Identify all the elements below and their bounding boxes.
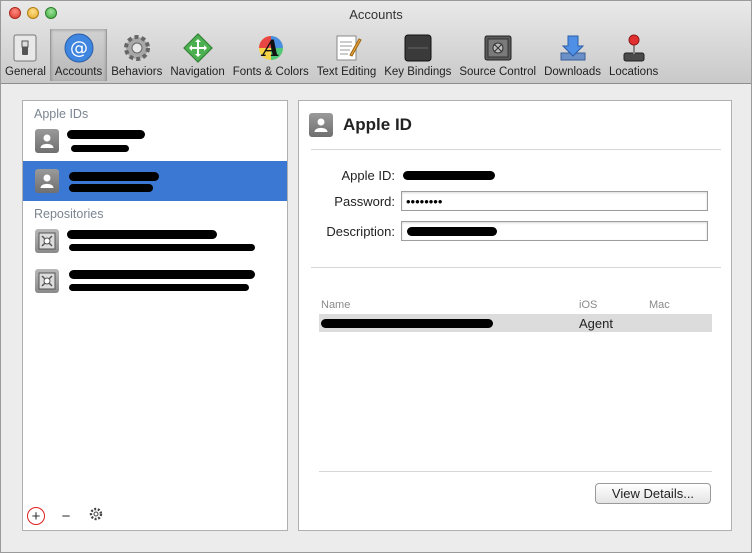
account-options-button[interactable] — [87, 507, 105, 525]
preferences-toolbar: General @ Accounts Behaviors Navigation … — [1, 27, 662, 81]
redacted-repository-name — [69, 270, 255, 279]
toolbar-label: Behaviors — [111, 66, 163, 78]
remove-account-button[interactable]: − — [57, 507, 75, 525]
detail-title: Apple ID — [343, 115, 412, 134]
divider — [311, 267, 721, 268]
safe-icon — [482, 32, 514, 64]
description-label: Description: — [326, 223, 395, 239]
move-arrows-icon — [182, 32, 214, 64]
list-footer-controls: + − — [27, 506, 105, 526]
password-label: Password: — [334, 193, 395, 209]
accounts-list-panel: Apple IDs Repositories + − — [22, 100, 288, 531]
password-row: Password: — [299, 191, 708, 211]
svg-text:@: @ — [70, 38, 88, 59]
toolbar-fonts-colors[interactable]: A Fonts & Colors — [229, 29, 313, 81]
redacted-account-name — [67, 130, 145, 139]
redacted-repository-url — [69, 244, 255, 251]
toolbar-label: General — [5, 66, 46, 78]
redacted-team-name — [321, 319, 493, 328]
toolbar-label: Navigation — [170, 66, 225, 78]
table-row[interactable]: Agent — [319, 314, 712, 332]
divider — [319, 471, 712, 472]
redacted-description — [407, 227, 497, 236]
apple-id-value — [401, 167, 701, 183]
toolbar-downloads[interactable]: Downloads — [540, 29, 605, 81]
detail-header: Apple ID — [309, 113, 412, 137]
toolbar-general[interactable]: General — [1, 29, 50, 81]
window-title: Accounts — [349, 7, 403, 22]
apple-id-row-selected[interactable] — [23, 161, 287, 201]
toolbar-key-bindings[interactable]: Key Bindings — [380, 29, 455, 81]
view-details-button[interactable]: View Details... — [595, 483, 711, 504]
toolbar-label: Source Control — [459, 66, 537, 78]
download-tray-icon — [557, 32, 589, 64]
person-icon — [35, 129, 59, 153]
notepad-pencil-icon — [331, 32, 363, 64]
description-row: Description: — [299, 221, 708, 241]
repository-row[interactable] — [23, 261, 287, 301]
redacted-apple-id — [403, 171, 495, 180]
preferences-window: Accounts General @ Accounts Behaviors Na… — [0, 0, 752, 553]
gear-icon — [89, 507, 103, 525]
toolbar-source-control[interactable]: Source Control — [455, 29, 540, 81]
apple-id-row[interactable] — [23, 121, 287, 161]
repositories-header: Repositories — [34, 207, 104, 221]
svg-text:A: A — [260, 36, 279, 62]
apple-id-label: Apple ID: — [341, 167, 395, 183]
person-icon — [35, 169, 59, 193]
team-ios-role-cell: Agent — [579, 315, 613, 331]
toolbar-label: Downloads — [544, 66, 601, 78]
redacted-account-name — [69, 172, 159, 181]
toolbar-label: Accounts — [54, 66, 103, 78]
gear-icon — [121, 32, 153, 64]
add-account-button[interactable]: + — [27, 507, 45, 525]
column-header-name[interactable]: Name — [319, 299, 577, 311]
keyboard-key-icon — [402, 32, 434, 64]
title-bar: Accounts General @ Accounts Behaviors Na… — [1, 1, 751, 84]
toolbar-label: Text Editing — [316, 66, 377, 78]
account-detail-panel: Apple ID Apple ID: Password: Description… — [298, 100, 732, 531]
toolbar-text-editing[interactable]: Text Editing — [313, 29, 380, 81]
toolbar-accounts[interactable]: @ Accounts — [49, 29, 108, 81]
redacted-repository-url — [69, 284, 249, 291]
toolbar-label: Key Bindings — [384, 66, 452, 78]
toolbar-label: Fonts & Colors — [232, 66, 309, 78]
column-header-mac[interactable]: Mac — [647, 299, 709, 311]
repository-icon — [35, 269, 59, 293]
apple-ids-header: Apple IDs — [34, 107, 89, 121]
divider — [311, 149, 721, 150]
teams-table: Name iOS Mac Agent — [319, 296, 712, 332]
joystick-icon — [618, 32, 650, 64]
toolbar-behaviors[interactable]: Behaviors — [107, 29, 166, 81]
redacted-account-email — [69, 184, 153, 192]
font-a-icon: A — [255, 32, 287, 64]
redacted-account-email — [71, 145, 129, 152]
description-field-wrap — [401, 221, 708, 241]
toolbar-navigation[interactable]: Navigation — [166, 29, 228, 81]
at-sign-icon: @ — [63, 32, 95, 64]
toolbar-locations[interactable]: Locations — [605, 29, 662, 81]
password-field[interactable] — [401, 191, 708, 211]
repository-icon — [35, 229, 59, 253]
table-header: Name iOS Mac — [319, 296, 712, 314]
switch-icon — [9, 32, 41, 64]
toolbar-label: Locations — [608, 66, 659, 78]
column-header-ios[interactable]: iOS — [577, 299, 647, 311]
apple-id-row: Apple ID: — [299, 167, 701, 183]
person-icon — [309, 113, 333, 137]
repository-row[interactable] — [23, 221, 287, 261]
redacted-repository-name — [67, 230, 217, 239]
